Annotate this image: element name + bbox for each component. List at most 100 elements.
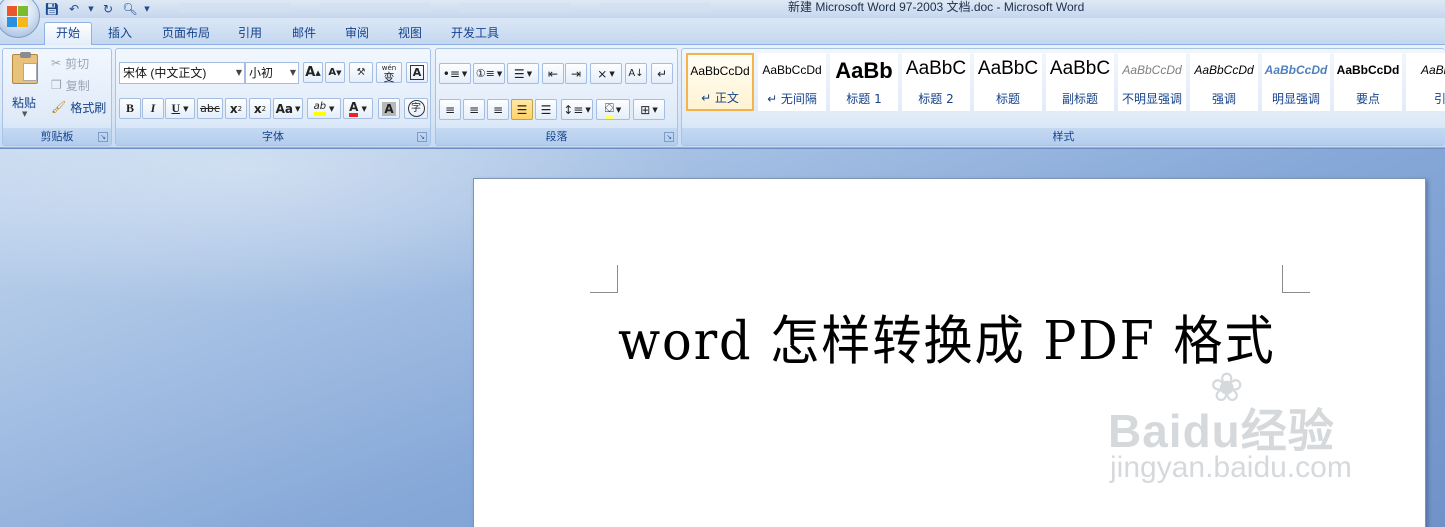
dialog-launcher-icon[interactable]: ↘ bbox=[98, 132, 108, 142]
tab-view[interactable]: 视图 bbox=[390, 23, 430, 44]
watermark-url: jingyan.baidu.com bbox=[1110, 451, 1352, 484]
borders-button[interactable]: ⊞ ▼ bbox=[633, 99, 665, 120]
undo-icon[interactable]: ↶ bbox=[66, 1, 82, 17]
customize-qat-chevron-icon[interactable]: ▼ bbox=[144, 1, 150, 17]
italic-button[interactable]: I bbox=[142, 98, 164, 119]
cut-button[interactable]: ✂ 剪切 bbox=[51, 54, 89, 72]
style-sample: AaBbC bbox=[1420, 63, 1445, 77]
align-center-button[interactable]: ≡ bbox=[463, 99, 485, 120]
tab-mailings[interactable]: 邮件 bbox=[284, 23, 324, 44]
increase-indent-button[interactable]: ⇥ bbox=[565, 63, 587, 84]
change-case-button[interactable]: Aa ▼ bbox=[273, 98, 303, 119]
style-name: ↵ 正文 bbox=[701, 91, 739, 105]
tab-page-layout[interactable]: 页面布局 bbox=[152, 23, 220, 44]
align-right-button[interactable]: ≡ bbox=[487, 99, 509, 120]
document-workspace: word 怎样转换成 PDF 格式 ❀ Baidu经验 jingyan.baid… bbox=[0, 149, 1445, 527]
line-spacing-button[interactable]: ↕≡ ▼ bbox=[561, 99, 593, 120]
copy-button[interactable]: ❐ 复制 bbox=[51, 76, 90, 94]
clear-formatting-button[interactable]: ⚒ bbox=[349, 62, 373, 83]
font-group-label: 字体 bbox=[116, 128, 430, 145]
paste-chevron-icon: ▼ bbox=[22, 110, 28, 118]
margin-crop-mark-right bbox=[1282, 265, 1310, 293]
dialog-launcher-icon[interactable]: ↘ bbox=[664, 132, 674, 142]
font-name-combobox[interactable]: 宋体 (中文正文) ▼ bbox=[119, 62, 245, 84]
align-left-button[interactable]: ≡ bbox=[439, 99, 461, 120]
margin-crop-mark-left bbox=[590, 265, 618, 293]
enclose-characters-button[interactable]: 字 bbox=[404, 98, 428, 119]
character-shading-button[interactable]: A bbox=[378, 98, 400, 119]
style-tile[interactable]: AaBbCcDd ↵ 正文 bbox=[686, 53, 754, 111]
multilevel-list-button[interactable]: ☰ ▼ bbox=[507, 63, 539, 84]
decrease-indent-icon: ⇤ bbox=[547, 66, 559, 81]
tab-insert[interactable]: 插入 bbox=[100, 23, 140, 44]
bold-button[interactable]: B bbox=[119, 98, 141, 119]
character-shading-icon: A bbox=[382, 101, 396, 116]
quick-access-toolbar: 💾︎ ↶ ▼ ↻ 🔍︎ ▼ bbox=[44, 0, 150, 18]
format-painter-button[interactable]: 🖌︎ 格式刷 bbox=[51, 98, 106, 116]
clipboard-paste-icon bbox=[12, 52, 38, 84]
style-sample: AaBb bbox=[835, 58, 893, 83]
chevron-down-icon: ▼ bbox=[461, 69, 468, 78]
phonetic-guide-button[interactable]: wén 变 bbox=[376, 62, 402, 83]
text-highlight-button[interactable]: ab ▼ bbox=[307, 98, 341, 119]
character-border-button[interactable]: A bbox=[406, 62, 428, 83]
clipboard-group: 粘贴 ▼ ✂ 剪切 ❐ 复制 🖌︎ 格式刷 剪贴板 ↘ bbox=[2, 48, 112, 146]
style-tile[interactable]: AaBbC 标题 2 bbox=[902, 53, 970, 111]
bullet-list-icon: •≡ bbox=[442, 66, 460, 81]
superscript-button[interactable]: x2 bbox=[249, 98, 271, 119]
style-tile[interactable]: AaBbCcDd 不明显强调 bbox=[1118, 53, 1186, 111]
chevron-down-icon: ▼ bbox=[295, 104, 301, 113]
subscript-button[interactable]: x2 bbox=[225, 98, 247, 119]
print-preview-icon[interactable]: 🔍︎ bbox=[122, 1, 138, 17]
distributed-button[interactable]: ☰ bbox=[535, 99, 557, 120]
chevron-down-icon: ▼ bbox=[585, 105, 591, 114]
underline-button[interactable]: U ▼ bbox=[165, 98, 195, 119]
floppy-save-icon[interactable]: 💾︎ bbox=[44, 1, 60, 17]
numbered-list-icon: ①≡ bbox=[475, 67, 495, 80]
style-sample: AaBbCcDd bbox=[1122, 63, 1182, 77]
grow-font-button[interactable]: A ▲ bbox=[303, 62, 323, 83]
show-marks-button[interactable]: ↵ bbox=[651, 63, 673, 84]
sort-button[interactable]: A↓ bbox=[625, 63, 647, 84]
tab-developer[interactable]: 开发工具 bbox=[442, 23, 508, 44]
copy-icon: ❐ bbox=[51, 78, 62, 92]
paint-bucket-icon: ⛋ bbox=[604, 101, 614, 119]
style-tile[interactable]: AaBbC 引 bbox=[1406, 53, 1445, 111]
tab-review[interactable]: 审阅 bbox=[337, 23, 377, 44]
font-name-value: 宋体 (中文正文) bbox=[123, 66, 207, 80]
tab-home[interactable]: 开始 bbox=[44, 22, 92, 45]
decrease-indent-button[interactable]: ⇤ bbox=[542, 63, 564, 84]
chinese-layout-button[interactable]: ⨯ ▼ bbox=[590, 63, 622, 84]
character-border-icon: A bbox=[409, 65, 425, 80]
style-tile[interactable]: AaBbCcDd 明显强调 bbox=[1262, 53, 1330, 111]
numbering-button[interactable]: ①≡ ▼ bbox=[473, 63, 505, 84]
document-heading[interactable]: word 怎样转换成 PDF 格式 bbox=[618, 299, 1276, 375]
align-right-icon: ≡ bbox=[492, 102, 504, 117]
multilevel-list-icon: ☰ bbox=[513, 66, 525, 81]
style-tile[interactable]: AaBbCcDd 要点 bbox=[1334, 53, 1402, 111]
underline-icon: U bbox=[171, 101, 181, 115]
chevron-down-icon[interactable]: ▼ bbox=[88, 1, 94, 17]
style-tile[interactable]: AaBbCcDd ↵ 无间隔 bbox=[758, 53, 826, 111]
dialog-launcher-icon[interactable]: ↘ bbox=[417, 132, 427, 142]
ribbon: 粘贴 ▼ ✂ 剪切 ❐ 复制 🖌︎ 格式刷 剪贴板 ↘ 宋体 (中文正文) ▼ … bbox=[0, 45, 1445, 148]
ribbon-tab-strip: 开始 插入 页面布局 引用 邮件 审阅 视图 开发工具 bbox=[0, 18, 1445, 45]
font-size-combobox[interactable]: 小初 ▼ bbox=[245, 62, 299, 84]
style-tile[interactable]: AaBbC 副标题 bbox=[1046, 53, 1114, 111]
shading-button[interactable]: ⛋ ▼ bbox=[596, 99, 630, 120]
borders-grid-icon: ⊞ bbox=[640, 102, 651, 117]
paste-button[interactable]: 粘贴 ▼ bbox=[6, 52, 46, 120]
copy-label: 复制 bbox=[65, 78, 90, 93]
tab-references[interactable]: 引用 bbox=[230, 23, 270, 44]
strikethrough-button[interactable]: abc bbox=[197, 98, 223, 119]
style-tile[interactable]: AaBbC 标题 bbox=[974, 53, 1042, 111]
bullets-button[interactable]: •≡ ▼ bbox=[439, 63, 471, 84]
strikethrough-icon: abc bbox=[200, 102, 220, 115]
justify-button[interactable]: ☰ bbox=[511, 99, 533, 120]
redo-icon[interactable]: ↻ bbox=[100, 1, 116, 17]
font-size-value: 小初 bbox=[249, 66, 274, 80]
style-tile[interactable]: AaBbCcDd 强调 bbox=[1190, 53, 1258, 111]
shrink-font-button[interactable]: A ▼ bbox=[325, 62, 345, 83]
style-tile[interactable]: AaBb 标题 1 bbox=[830, 53, 898, 111]
font-color-button[interactable]: A ▼ bbox=[343, 98, 373, 119]
